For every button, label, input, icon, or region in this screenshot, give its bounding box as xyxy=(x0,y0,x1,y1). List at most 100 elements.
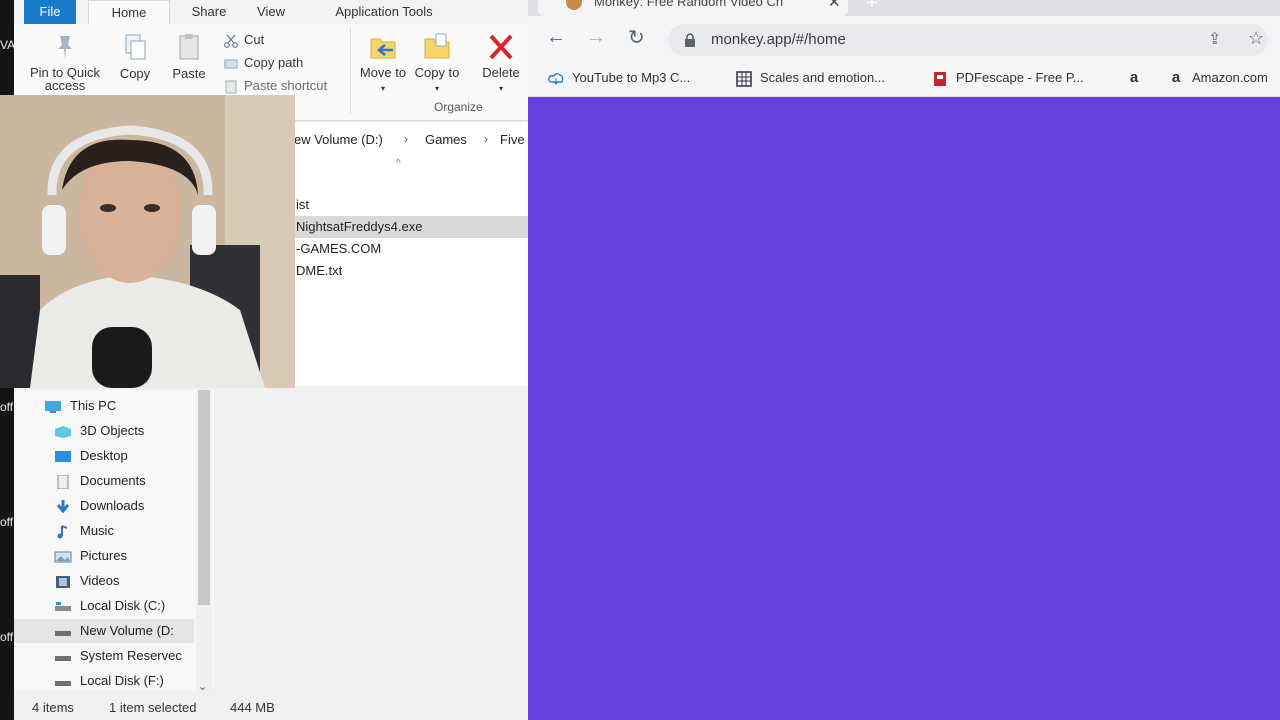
nav-item-new-volume-d[interactable]: New Volume (D: xyxy=(14,619,194,643)
nav-label: Music xyxy=(80,523,114,538)
nav-item-documents[interactable]: Documents xyxy=(54,469,204,493)
nav-item-system-reserved[interactable]: System Reservec xyxy=(54,644,204,668)
copy-path-label: Copy path xyxy=(244,55,304,70)
pdf-icon xyxy=(934,71,946,86)
breadcrumb-chevron-icon: › xyxy=(404,132,408,146)
nav-label: Desktop xyxy=(80,448,128,463)
pin-to-quick-access-button[interactable]: Pin to Quick access xyxy=(22,32,108,92)
music-icon xyxy=(57,524,68,539)
bookmark-label: YouTube to Mp3 C... xyxy=(572,70,691,85)
ribbon-tab-bar: File Home Share View Application Tools xyxy=(14,0,528,25)
download-icon xyxy=(56,499,70,513)
bookmark-youtube-mp3[interactable]: YouTube to Mp3 C... xyxy=(548,70,690,87)
status-item-count: 4 items xyxy=(32,700,74,715)
document-icon xyxy=(57,474,69,489)
paste-shortcut-label: Paste shortcut xyxy=(244,78,328,93)
drive-icon xyxy=(55,680,71,686)
nav-label: Pictures xyxy=(80,548,127,563)
bookmark-label: PDFescape - Free P... xyxy=(956,70,1084,85)
pin-icon xyxy=(58,36,72,59)
breadcrumb-drive[interactable]: ew Volume (D:) xyxy=(294,132,383,147)
copy-path-button[interactable]: Copy path xyxy=(224,55,303,71)
nav-label: Documents xyxy=(80,473,146,488)
breadcrumb-five[interactable]: Five xyxy=(500,132,525,147)
cube-icon xyxy=(55,425,71,438)
reload-icon[interactable]: ↻ xyxy=(628,25,645,50)
nav-label: Downloads xyxy=(80,498,145,513)
move-to-button[interactable]: Move to ▾ xyxy=(358,32,408,94)
forward-arrow-icon[interactable]: → xyxy=(586,26,606,49)
nav-label: Local Disk (C:) xyxy=(80,598,166,613)
paste-icon xyxy=(179,34,199,60)
paste-shortcut-button[interactable]: Paste shortcut xyxy=(224,78,327,94)
drive-icon xyxy=(55,601,71,611)
file-item[interactable]: -GAMES.COM xyxy=(294,238,530,260)
pc-icon xyxy=(45,400,61,413)
cloud-download-icon xyxy=(548,72,564,85)
bookmark-label: Amazon.com xyxy=(1192,70,1268,85)
breadcrumb-games[interactable]: Games xyxy=(425,132,467,147)
file-item-selected[interactable]: NightsatFreddys4.exe xyxy=(294,216,530,238)
paste-button[interactable]: Paste xyxy=(168,32,210,81)
move-folder-icon xyxy=(370,38,396,59)
nav-label: Local Disk (F:) xyxy=(80,673,164,688)
nav-label: This PC xyxy=(70,398,117,413)
copy-label: Copy xyxy=(119,66,151,81)
browser-tab-strip: Monkey: Free Random Video Ch ✕ + xyxy=(528,0,1280,16)
nav-item-music[interactable]: Music xyxy=(54,519,204,543)
tab-share[interactable]: Share xyxy=(174,0,244,24)
nav-item-local-disk-c[interactable]: Local Disk (C:) xyxy=(54,594,204,618)
drive-icon xyxy=(55,630,71,636)
nav-item-desktop[interactable]: Desktop xyxy=(54,444,204,468)
nav-item-3d-objects[interactable]: 3D Objects xyxy=(54,419,204,443)
desktop-text: off xyxy=(0,400,14,414)
status-bar: 4 items 1 item selected 444 MB xyxy=(14,696,528,720)
bookmark-scales[interactable]: Scales and emotion... xyxy=(736,70,885,87)
url-bar[interactable]: monkey.app/#/home ⇪ ☆ xyxy=(668,24,1268,56)
copy-to-button[interactable]: Copy to ▾ xyxy=(412,32,462,94)
bookmark-amazon-icon-only[interactable]: a xyxy=(1126,70,1150,87)
copy-path-icon xyxy=(224,59,238,69)
paste-shortcut-icon xyxy=(225,80,237,94)
nav-item-pictures[interactable]: Pictures xyxy=(54,544,204,568)
cut-button[interactable]: Cut xyxy=(224,32,264,48)
webcam-overlay xyxy=(0,95,295,388)
tab-file[interactable]: File xyxy=(24,0,76,24)
tab-view[interactable]: View xyxy=(246,0,296,24)
amazon-icon: a xyxy=(1129,68,1139,86)
delete-button[interactable]: Delete ▾ xyxy=(476,32,526,94)
scroll-down-chevron-icon[interactable]: ⌄ xyxy=(198,680,207,693)
scissors-icon xyxy=(224,34,238,48)
monkey-page-content xyxy=(528,96,1280,720)
file-item[interactable]: ist xyxy=(294,194,530,216)
pin-label: Pin to Quick access xyxy=(29,65,101,93)
cut-label: Cut xyxy=(244,32,265,47)
back-arrow-icon[interactable]: ← xyxy=(546,26,566,49)
amazon-icon: a xyxy=(1171,68,1181,86)
nav-item-videos[interactable]: Videos xyxy=(54,569,204,593)
bookmark-star-icon[interactable]: ☆ xyxy=(1248,28,1264,49)
share-icon[interactable]: ⇪ xyxy=(1208,29,1221,49)
file-item[interactable]: DME.txt xyxy=(294,260,530,282)
nav-label: New Volume (D: xyxy=(80,623,174,638)
close-tab-icon[interactable]: ✕ xyxy=(828,0,841,11)
browser-tab-active[interactable]: Monkey: Free Random Video Ch ✕ xyxy=(538,0,848,16)
new-tab-plus-icon[interactable]: + xyxy=(866,0,878,15)
nav-item-downloads[interactable]: Downloads xyxy=(54,494,204,518)
nav-item-this-pc[interactable]: This PC xyxy=(44,394,194,418)
desktop-icon xyxy=(55,450,71,462)
copy-button[interactable]: Copy xyxy=(114,32,156,81)
status-selected: 1 item selected xyxy=(109,700,197,715)
tab-title: Monkey: Free Random Video Ch xyxy=(594,0,784,9)
nav-item-local-disk-f[interactable]: Local Disk (F:) xyxy=(54,669,204,693)
sort-chevron-up-icon[interactable]: ^ xyxy=(396,158,401,169)
bookmark-amazon[interactable]: a Amazon.com xyxy=(1168,70,1268,87)
monkey-favicon-icon xyxy=(566,0,582,10)
tab-application-tools[interactable]: Application Tools xyxy=(314,0,454,24)
chevron-down-icon: ▾ xyxy=(434,84,439,93)
copy-icon xyxy=(125,34,146,60)
grid-icon xyxy=(736,70,752,87)
tab-home[interactable]: Home xyxy=(88,0,170,25)
bookmark-pdfescape[interactable]: PDFescape - Free P... xyxy=(932,70,1084,87)
nav-scrollbar-thumb[interactable] xyxy=(198,390,210,605)
